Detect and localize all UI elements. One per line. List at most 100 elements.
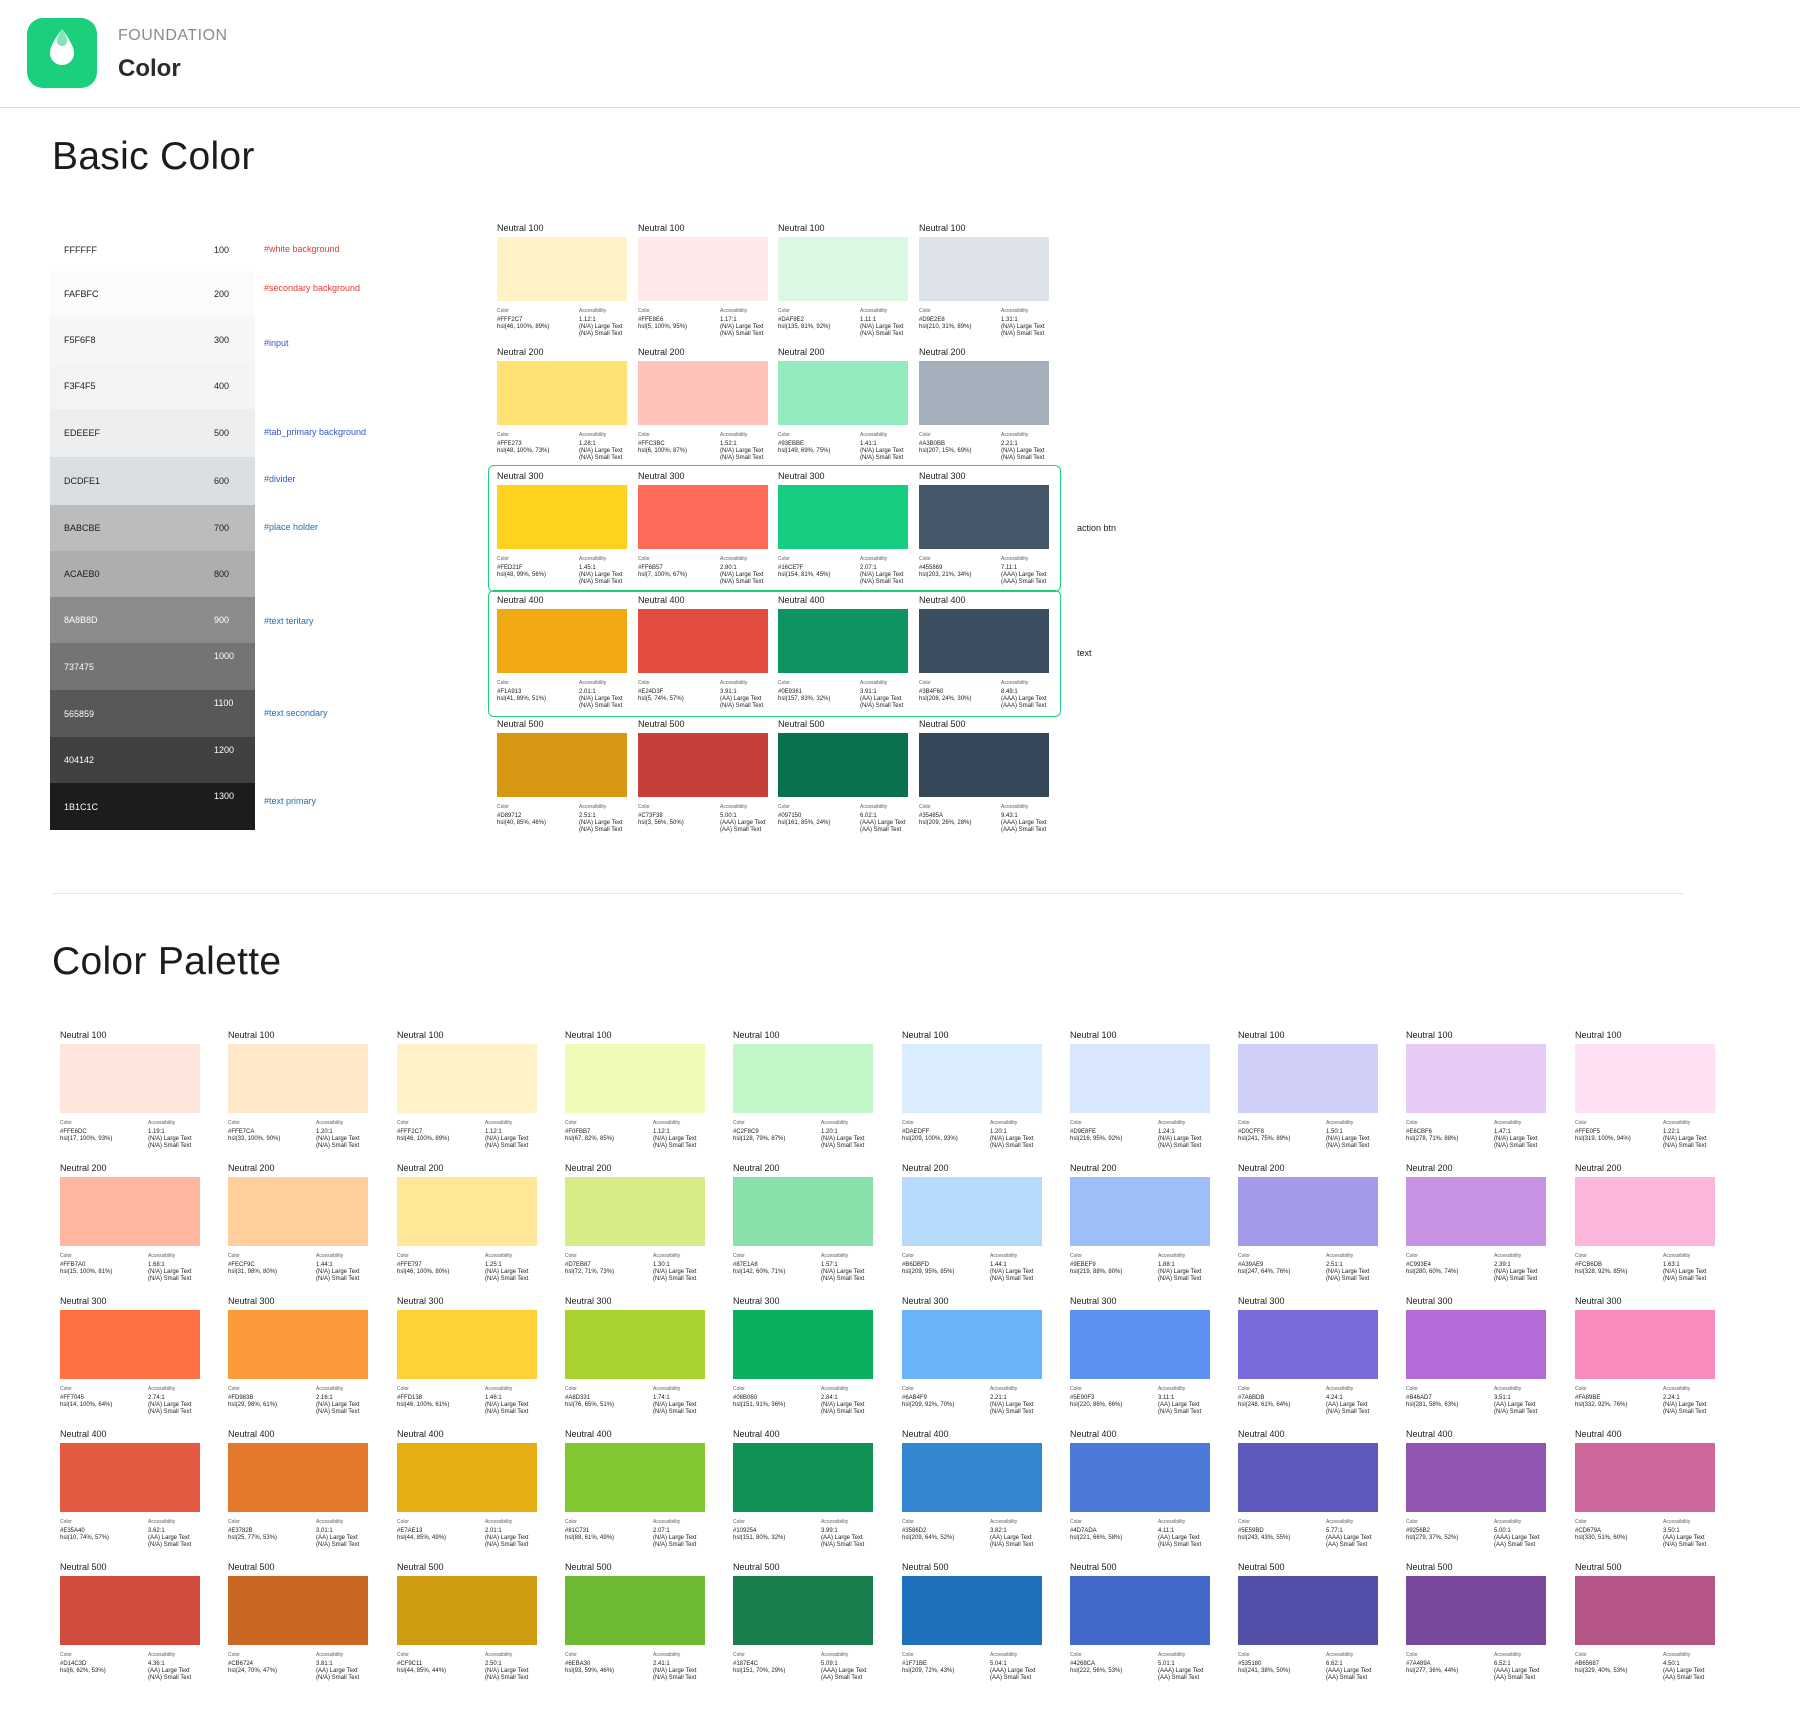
gray-swatch-row[interactable]: F5F6F8 300 xyxy=(50,317,255,363)
color-swatch[interactable] xyxy=(902,1576,1042,1645)
color-swatch-card[interactable]: Neutral 100 Color Accessibility #D9E8FE hsl(… xyxy=(1070,1030,1210,1163)
color-swatch-card[interactable]: Neutral 400 Color Accessibility #E7AE13 hsl(… xyxy=(397,1429,537,1562)
color-swatch-card[interactable]: Neutral 500 Color Accessibility #7A489A hsl(… xyxy=(1406,1562,1546,1695)
color-swatch-card[interactable]: Neutral 200 Color Accessibility #FFE797 hsl(… xyxy=(397,1163,537,1296)
color-swatch[interactable] xyxy=(397,1044,537,1113)
color-swatch[interactable] xyxy=(60,1310,200,1379)
color-swatch[interactable] xyxy=(1070,1443,1210,1512)
color-swatch-card[interactable]: Neutral 200 Color Accessibility #93EBBE hsl(… xyxy=(778,347,908,475)
color-swatch-card[interactable]: Neutral 100 Color Accessibility #FFE8E6 hsl(… xyxy=(638,223,768,351)
color-swatch-card[interactable]: Neutral 100 Color Accessibility #F0FBB7 hsl(… xyxy=(565,1030,705,1163)
gray-swatch-row[interactable]: EDEEEF 500 xyxy=(50,409,255,457)
color-swatch[interactable] xyxy=(778,361,908,425)
color-swatch[interactable] xyxy=(1070,1576,1210,1645)
color-swatch[interactable] xyxy=(902,1310,1042,1379)
color-swatch-card[interactable]: Neutral 500 Color Accessibility #D89712 hsl(… xyxy=(497,719,627,847)
color-swatch[interactable] xyxy=(1575,1177,1715,1246)
color-swatch-card[interactable]: Neutral 200 Color Accessibility #D7EB87 hsl(… xyxy=(565,1163,705,1296)
color-swatch[interactable] xyxy=(497,361,627,425)
gray-swatch-row[interactable]: FAFBFC 200 xyxy=(50,271,255,317)
color-swatch[interactable] xyxy=(565,1310,705,1379)
color-swatch-card[interactable]: Neutral 400 Color Accessibility #4D7ADA hsl(… xyxy=(1070,1429,1210,1562)
color-swatch-card[interactable]: Neutral 500 Color Accessibility #187E4C hsl(… xyxy=(733,1562,873,1695)
color-swatch[interactable] xyxy=(397,1443,537,1512)
color-swatch-card[interactable]: Neutral 200 Color Accessibility #B6DBFD hsl(… xyxy=(902,1163,1042,1296)
color-swatch-card[interactable]: Neutral 500 Color Accessibility #CF9C11 hsl(… xyxy=(397,1562,537,1695)
color-swatch[interactable] xyxy=(1406,1576,1546,1645)
color-swatch[interactable] xyxy=(497,733,627,797)
color-swatch-card[interactable]: Neutral 400 Color Accessibility #E3782B hsl(… xyxy=(228,1429,368,1562)
color-swatch-card[interactable]: Neutral 300 Color Accessibility #7A6BDB hsl(… xyxy=(1238,1296,1378,1429)
color-swatch[interactable] xyxy=(397,1576,537,1645)
color-swatch-card[interactable]: Neutral 500 Color Accessibility #6EBA30 hsl(… xyxy=(565,1562,705,1695)
color-swatch-card[interactable]: Neutral 100 Color Accessibility #DAF8E2 hsl(… xyxy=(778,223,908,351)
color-swatch-card[interactable]: Neutral 100 Color Accessibility #D0CFF8 hsl(… xyxy=(1238,1030,1378,1163)
color-swatch[interactable] xyxy=(902,1044,1042,1113)
color-swatch[interactable] xyxy=(60,1177,200,1246)
color-swatch-card[interactable]: Neutral 200 Color Accessibility #FFE273 hsl(… xyxy=(497,347,627,475)
color-swatch-card[interactable]: Neutral 100 Color Accessibility #D9E2E8 hsl(… xyxy=(919,223,1049,351)
gray-swatch-row[interactable]: 737475 1000 xyxy=(50,643,255,690)
color-swatch[interactable] xyxy=(1070,1177,1210,1246)
gray-swatch-row[interactable]: ACAEB0 800 xyxy=(50,551,255,597)
color-swatch[interactable] xyxy=(919,361,1049,425)
color-swatch-card[interactable]: Neutral 200 Color Accessibility #FCB6DB hsl(… xyxy=(1575,1163,1715,1296)
color-swatch-card[interactable]: Neutral 300 Color Accessibility #FFD138 hsl(… xyxy=(397,1296,537,1429)
color-swatch[interactable] xyxy=(733,1177,873,1246)
color-swatch[interactable] xyxy=(497,237,627,301)
color-swatch[interactable] xyxy=(565,1044,705,1113)
color-swatch-card[interactable]: Neutral 400 Color Accessibility #3586D2 hsl(… xyxy=(902,1429,1042,1562)
color-swatch-card[interactable]: Neutral 200 Color Accessibility #FFC3BC hsl(… xyxy=(638,347,768,475)
color-swatch[interactable] xyxy=(733,1576,873,1645)
color-swatch-card[interactable]: Neutral 300 Color Accessibility #6AB4F9 hsl(… xyxy=(902,1296,1042,1429)
color-swatch[interactable] xyxy=(1238,1310,1378,1379)
gray-swatch-row[interactable]: FFFFFF 100 xyxy=(50,229,255,271)
color-swatch-card[interactable]: Neutral 100 Color Accessibility #FFE7CA hsl(… xyxy=(228,1030,368,1163)
color-swatch-card[interactable]: Neutral 500 Color Accessibility #D14C3D hsl(… xyxy=(60,1562,200,1695)
color-swatch[interactable] xyxy=(1070,1044,1210,1113)
color-swatch[interactable] xyxy=(902,1177,1042,1246)
color-swatch-card[interactable]: Neutral 300 Color Accessibility #08B060 hsl(… xyxy=(733,1296,873,1429)
color-swatch[interactable] xyxy=(1238,1443,1378,1512)
color-swatch-card[interactable]: Neutral 500 Color Accessibility #1F71BE hsl(… xyxy=(902,1562,1042,1695)
color-swatch[interactable] xyxy=(397,1177,537,1246)
color-swatch[interactable] xyxy=(1238,1044,1378,1113)
gray-swatch-row[interactable]: F3F4F5 400 xyxy=(50,363,255,409)
color-swatch-card[interactable]: Neutral 100 Color Accessibility #FFF2C7 hsl(… xyxy=(497,223,627,351)
color-swatch[interactable] xyxy=(60,1044,200,1113)
color-swatch[interactable] xyxy=(228,1177,368,1246)
gray-swatch-row[interactable]: 1B1C1C 1300 xyxy=(50,783,255,830)
gray-swatch-row[interactable]: BABCBE 700 xyxy=(50,505,255,551)
gray-swatch-row[interactable]: DCDFE1 600 xyxy=(50,457,255,505)
color-swatch-card[interactable]: Neutral 500 Color Accessibility #CB6724 hsl(… xyxy=(228,1562,368,1695)
color-swatch-card[interactable]: Neutral 200 Color Accessibility #FECF9C hsl(… xyxy=(228,1163,368,1296)
color-swatch[interactable] xyxy=(1575,1443,1715,1512)
color-swatch[interactable] xyxy=(1575,1044,1715,1113)
color-swatch-card[interactable]: Neutral 200 Color Accessibility #9EBEF9 hsl(… xyxy=(1070,1163,1210,1296)
color-swatch[interactable] xyxy=(1238,1177,1378,1246)
color-swatch[interactable] xyxy=(228,1576,368,1645)
color-swatch[interactable] xyxy=(638,237,768,301)
color-swatch-card[interactable]: Neutral 300 Color Accessibility #FD983B hsl(… xyxy=(228,1296,368,1429)
color-swatch-card[interactable]: Neutral 400 Color Accessibility #81C731 hsl(… xyxy=(565,1429,705,1562)
color-swatch[interactable] xyxy=(919,237,1049,301)
color-swatch[interactable] xyxy=(1575,1310,1715,1379)
color-swatch[interactable] xyxy=(1406,1310,1546,1379)
color-swatch-card[interactable]: Neutral 400 Color Accessibility #9256B2 hsl(… xyxy=(1406,1429,1546,1562)
color-swatch[interactable] xyxy=(565,1443,705,1512)
color-swatch[interactable] xyxy=(228,1044,368,1113)
color-swatch-card[interactable]: Neutral 300 Color Accessibility #FA89BE hsl(… xyxy=(1575,1296,1715,1429)
color-swatch-card[interactable]: Neutral 200 Color Accessibility #A3B0BB hsl(… xyxy=(919,347,1049,475)
color-swatch-card[interactable]: Neutral 200 Color Accessibility #FFB7A0 hsl(… xyxy=(60,1163,200,1296)
color-swatch[interactable] xyxy=(228,1443,368,1512)
color-swatch-card[interactable]: Neutral 100 Color Accessibility #FFE0F5 hsl(… xyxy=(1575,1030,1715,1163)
color-swatch-card[interactable]: Neutral 300 Color Accessibility #5E90F3 hsl(… xyxy=(1070,1296,1210,1429)
color-swatch[interactable] xyxy=(1575,1576,1715,1645)
color-swatch[interactable] xyxy=(1406,1443,1546,1512)
color-swatch-card[interactable]: Neutral 500 Color Accessibility #097150 hsl(… xyxy=(778,719,908,847)
color-swatch-card[interactable]: Neutral 300 Color Accessibility #FF7045 hsl(… xyxy=(60,1296,200,1429)
color-swatch-card[interactable]: Neutral 500 Color Accessibility #535180 hsl(… xyxy=(1238,1562,1378,1695)
color-swatch-card[interactable]: Neutral 400 Color Accessibility #5E59BD hsl(… xyxy=(1238,1429,1378,1562)
color-swatch-card[interactable]: Neutral 200 Color Accessibility #A39AE9 hsl(… xyxy=(1238,1163,1378,1296)
color-swatch-card[interactable]: Neutral 100 Color Accessibility #DAEDFF hsl(… xyxy=(902,1030,1042,1163)
